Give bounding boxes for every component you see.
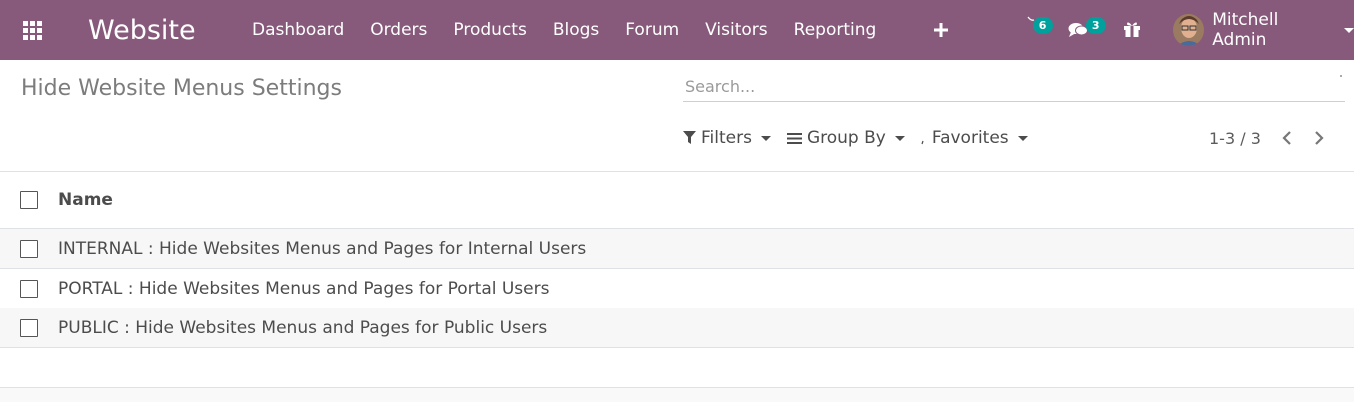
messages-menu[interactable]: 3: [1035, 0, 1106, 60]
table-row[interactable]: INTERNAL : Hide Websites Menus and Pages…: [0, 229, 1354, 269]
chat-icon: [1068, 23, 1088, 37]
pager-value[interactable]: 1-3 / 3: [1209, 129, 1261, 148]
page-title: Hide Website Menus Settings: [21, 76, 342, 101]
chevron-down-icon: [760, 135, 771, 141]
list-footer: [0, 388, 1354, 402]
top-navbar: Website Dashboard Orders Products Blogs …: [0, 0, 1354, 60]
group-by-label: Group By: [806, 128, 886, 148]
systray: 6 3 Mitchell Admin: [920, 0, 1354, 60]
search-bar: [683, 72, 1345, 102]
avatar: [1173, 14, 1205, 46]
row-name: PORTAL : Hide Websites Menus and Pages f…: [58, 278, 550, 299]
table-row[interactable]: PORTAL : Hide Websites Menus and Pages f…: [0, 269, 1354, 309]
user-menu[interactable]: Mitchell Admin: [1173, 0, 1354, 60]
pager-previous-button[interactable]: [1277, 124, 1297, 152]
apps-menu-button[interactable]: [0, 0, 64, 60]
row-name: INTERNAL : Hide Websites Menus and Pages…: [58, 238, 587, 259]
pager-next-button[interactable]: [1309, 124, 1329, 152]
menu-item-forum[interactable]: Forum: [612, 0, 692, 60]
menu-item-visitors[interactable]: Visitors: [692, 0, 780, 60]
search-input[interactable]: [683, 72, 1345, 100]
bars-icon: [786, 132, 802, 144]
row-checkbox[interactable]: [20, 239, 38, 258]
row-name: PUBLIC : Hide Websites Menus and Pages f…: [58, 317, 548, 338]
new-button[interactable]: [920, 0, 963, 60]
favorites-label: Favorites: [931, 128, 1009, 148]
menu-item-orders[interactable]: Orders: [357, 0, 440, 60]
group-by-button[interactable]: Group By: [786, 128, 905, 148]
column-header-name[interactable]: Name: [58, 190, 113, 210]
pager: 1-3 / 3: [1209, 124, 1341, 152]
select-all-checkbox[interactable]: [20, 191, 38, 209]
chevron-down-icon: [1344, 27, 1354, 33]
chevron-right-icon: [1315, 131, 1324, 145]
user-name: Mitchell Admin: [1212, 10, 1279, 50]
table-row[interactable]: PUBLIC : Hide Websites Menus and Pages f…: [0, 308, 1354, 348]
menu-item-dashboard[interactable]: Dashboard: [252, 0, 357, 60]
app-title[interactable]: Website: [88, 15, 252, 46]
row-checkbox[interactable]: [20, 318, 38, 337]
chevron-left-icon: [1282, 131, 1291, 145]
menu-item-products[interactable]: Products: [440, 0, 539, 60]
gift-button[interactable]: [1093, 0, 1140, 60]
activity-menu[interactable]: 6: [981, 0, 1053, 60]
filters-label: Filters: [701, 128, 752, 148]
apps-grid-icon: [22, 20, 42, 40]
chevron-down-icon: [894, 135, 905, 141]
plus-icon: [934, 23, 949, 37]
search-options: Filters Group By Favorites: [683, 124, 1044, 152]
gift-icon: [1123, 22, 1140, 37]
star-icon: [921, 140, 924, 145]
menu-item-blogs[interactable]: Blogs: [540, 0, 612, 60]
search-decoration: [1340, 75, 1342, 77]
chevron-down-icon: [1017, 135, 1028, 141]
list-header: Name: [0, 172, 1354, 229]
favorites-button[interactable]: Favorites: [921, 128, 1028, 148]
filter-icon: [683, 131, 696, 144]
filters-button[interactable]: Filters: [683, 128, 771, 148]
main-menu: Dashboard Orders Products Blogs Forum Vi…: [252, 0, 889, 60]
menu-item-reporting[interactable]: Reporting: [781, 0, 890, 60]
row-checkbox[interactable]: [20, 279, 38, 298]
